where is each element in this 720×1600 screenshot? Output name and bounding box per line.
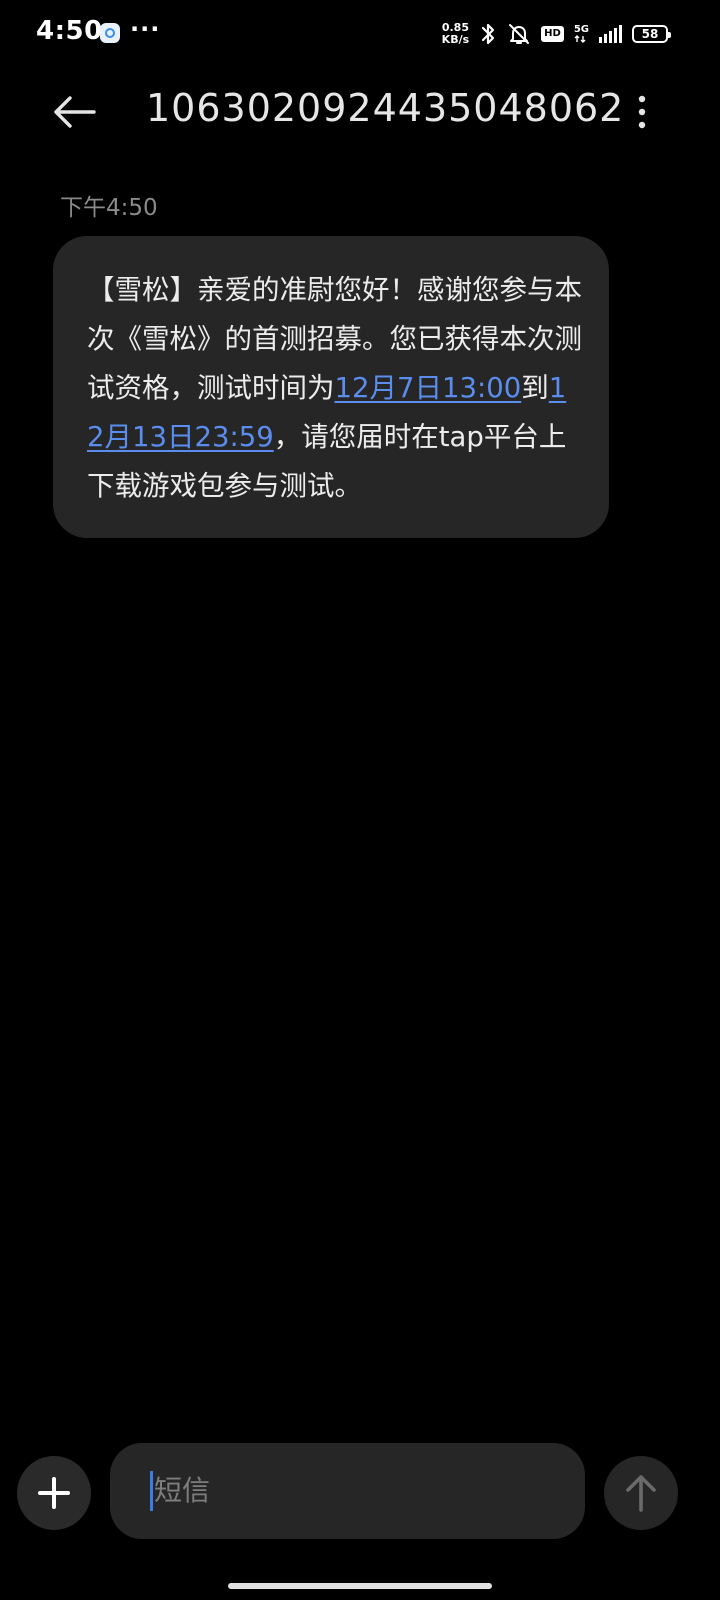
message-bubble[interactable]: 【雪松】亲爱的准尉您好！感谢您参与本次《雪松》的首测招募。您已获得本次测试资格，…	[53, 236, 609, 538]
arrow-up-icon	[626, 1475, 656, 1512]
network-type-label: 5G	[573, 24, 589, 35]
plus-icon	[38, 1477, 70, 1509]
battery-level: 58	[641, 27, 659, 41]
message-text-part: 到	[521, 372, 549, 404]
status-bar: 4:50 ··· 0.85 KB/s HD 5G 58	[0, 0, 720, 68]
message-timestamp: 下午4:50	[60, 195, 158, 221]
signal-strength-icon	[599, 25, 622, 43]
message-input[interactable]: 短信	[110, 1443, 585, 1539]
arrow-left-icon	[54, 96, 96, 128]
back-button[interactable]	[46, 88, 102, 136]
text-caret	[150, 1471, 153, 1511]
bell-muted-icon	[509, 24, 530, 44]
contact-title: 1063020924435048062	[146, 86, 625, 130]
more-options-button[interactable]	[620, 88, 664, 136]
conversation-header: 1063020924435048062	[0, 72, 720, 152]
notification-app-icon	[100, 23, 120, 43]
data-arrows-icon	[574, 35, 586, 43]
messages-screen: 4:50 ··· 0.85 KB/s HD 5G 58 106302092443…	[0, 0, 720, 1600]
send-button[interactable]	[604, 1456, 678, 1530]
date-link-start[interactable]: 12月7日13:00	[335, 372, 522, 404]
status-time: 4:50	[36, 16, 103, 46]
battery-icon: 58	[632, 25, 671, 43]
more-notifications-icon: ···	[130, 15, 161, 43]
home-indicator[interactable]	[228, 1583, 492, 1589]
add-attachment-button[interactable]	[17, 1456, 91, 1530]
more-vertical-icon	[638, 95, 646, 129]
status-icons: 0.85 KB/s HD 5G 58	[442, 16, 671, 52]
bluetooth-icon	[482, 23, 495, 45]
hd-voice-badge: HD	[541, 26, 564, 42]
network-type: 5G	[574, 25, 589, 43]
network-speed-unit: KB/s	[441, 33, 470, 46]
message-input-placeholder: 短信	[154, 1474, 211, 1507]
message-text: 【雪松】亲爱的准尉您好！感谢您参与本次《雪松》的首测招募。您已获得本次测试资格，…	[87, 266, 583, 511]
network-speed: 0.85 KB/s	[442, 22, 469, 46]
